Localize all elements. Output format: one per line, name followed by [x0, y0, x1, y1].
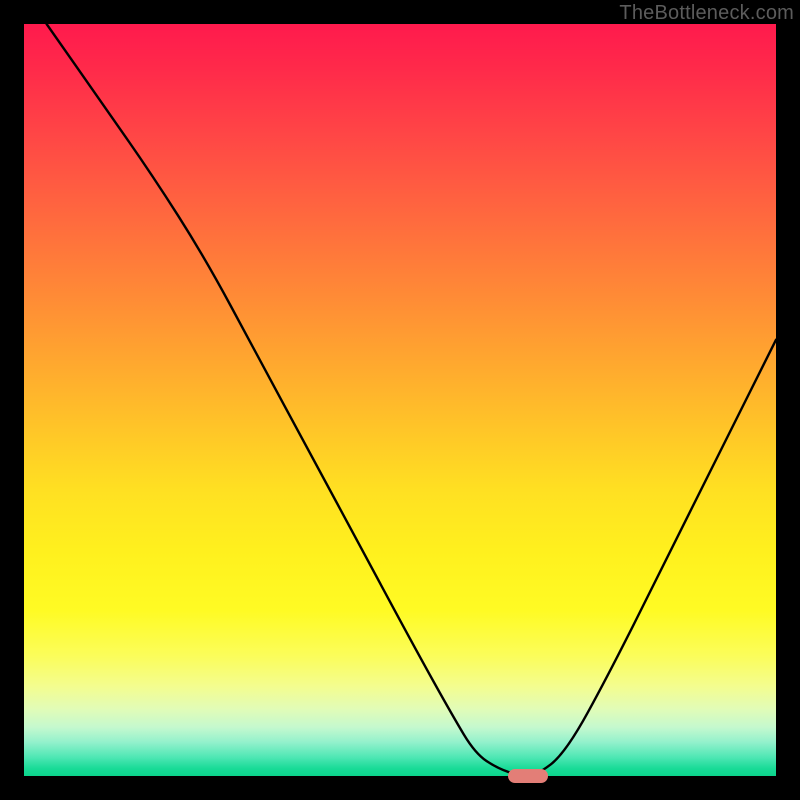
optimum-marker [508, 769, 548, 783]
chart-frame: TheBottleneck.com [0, 0, 800, 800]
attribution-label: TheBottleneck.com [619, 2, 794, 25]
bottleneck-curve [24, 24, 776, 776]
plot-area [24, 24, 776, 776]
